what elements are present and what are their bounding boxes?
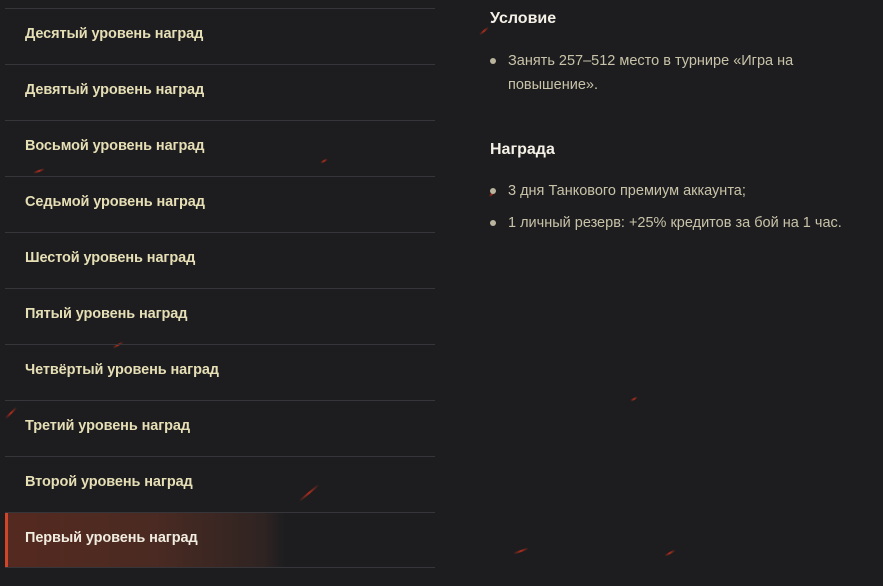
condition-text: Занять 257–512 место в турнире «Игра на …	[508, 53, 794, 93]
bullet-icon	[490, 58, 496, 64]
tier-label: Третий уровень наград	[25, 418, 190, 434]
tier-item-4[interactable]: Четвёртый уровень наград	[5, 344, 435, 400]
ember-spark	[664, 549, 676, 557]
tier-label: Седьмой уровень наград	[25, 194, 205, 210]
tier-item-7[interactable]: Седьмой уровень наград	[5, 176, 435, 232]
tier-label: Девятый уровень наград	[25, 82, 205, 98]
reward-text: 1 личный резерв: +25% кредитов за бой на…	[508, 215, 842, 231]
ember-spark	[478, 26, 490, 36]
reward-tier-list: Десятый уровень наград Девятый уровень н…	[5, 8, 435, 568]
bullet-icon	[490, 188, 496, 194]
ember-spark	[513, 547, 529, 555]
reward-text: 3 дня Танкового премиум аккаунта;	[508, 183, 746, 199]
reward-heading: Награда	[490, 141, 555, 158]
reward-item: 3 дня Танкового премиум аккаунта;	[490, 179, 883, 203]
tier-label: Шестой уровень наград	[25, 250, 196, 266]
tier-label: Десятый уровень наград	[25, 26, 204, 42]
condition-list: Занять 257–512 место в турнире «Игра на …	[490, 49, 883, 97]
reward-item: 1 личный резерв: +25% кредитов за бой на…	[490, 211, 883, 235]
tier-item-10[interactable]: Десятый уровень наград	[5, 8, 435, 64]
tier-item-1-selected[interactable]: Первый уровень наград	[5, 512, 435, 568]
condition-item: Занять 257–512 место в турнире «Игра на …	[490, 49, 883, 97]
tier-label: Восьмой уровень наград	[25, 138, 205, 154]
tier-label: Пятый уровень наград	[25, 306, 188, 322]
tier-label: Второй уровень наград	[25, 474, 193, 490]
ember-spark	[630, 396, 638, 402]
tier-label: Первый уровень наград	[25, 530, 198, 546]
tier-item-3[interactable]: Третий уровень наград	[5, 400, 435, 456]
tier-label: Четвёртый уровень наград	[25, 362, 219, 378]
tier-item-6[interactable]: Шестой уровень наград	[5, 232, 435, 288]
tier-item-9[interactable]: Девятый уровень наград	[5, 64, 435, 120]
tier-item-8[interactable]: Восьмой уровень наград	[5, 120, 435, 176]
reward-list: 3 дня Танкового премиум аккаунта; 1 личн…	[490, 179, 883, 243]
bullet-icon	[490, 220, 496, 226]
condition-heading: Условие	[490, 10, 557, 27]
tier-item-2[interactable]: Второй уровень наград	[5, 456, 435, 512]
tier-item-5[interactable]: Пятый уровень наград	[5, 288, 435, 344]
